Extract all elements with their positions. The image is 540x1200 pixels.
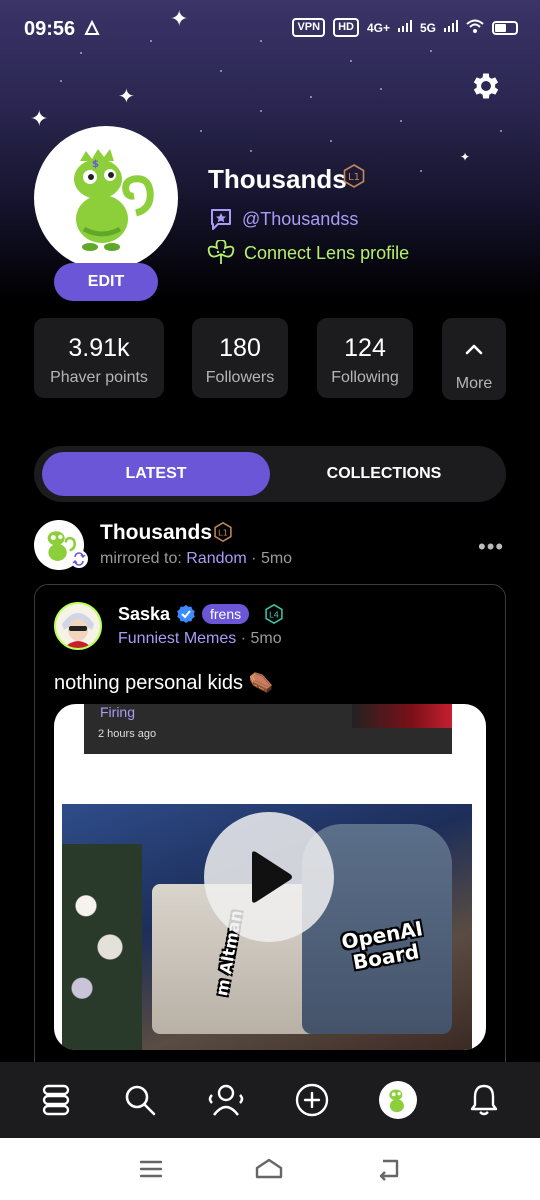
home-icon — [255, 1158, 283, 1179]
post-more-icon[interactable]: ••• — [478, 534, 504, 560]
stat-label: Phaver points — [50, 369, 148, 386]
media-top-time: 2 hours ago — [98, 728, 157, 740]
svg-text:L4: L4 — [269, 609, 279, 619]
phaver-chat-icon — [211, 209, 231, 230]
nav-profile-button[interactable] — [378, 1080, 418, 1120]
chevron-up-icon — [465, 344, 483, 355]
nav-communities-button[interactable] — [206, 1080, 246, 1120]
system-home-button[interactable] — [254, 1154, 284, 1184]
profile-handle: @Thousandss — [242, 208, 359, 229]
more-button[interactable]: More — [442, 318, 506, 400]
back-icon — [379, 1159, 399, 1181]
verified-icon — [176, 604, 196, 624]
wifi-icon — [466, 19, 484, 36]
nav-notifications-button[interactable] — [464, 1080, 504, 1120]
media-screenshot-header: Firing 2 hours ago — [84, 704, 452, 754]
stat-followers[interactable]: 180 Followers — [192, 318, 288, 398]
level-badge: L1 — [213, 521, 233, 543]
search-icon — [125, 1085, 156, 1116]
bell-icon — [470, 1084, 498, 1116]
stat-label: Following — [331, 369, 399, 386]
nav-search-button[interactable] — [120, 1080, 160, 1120]
stat-value: 124 — [344, 334, 386, 362]
post-time: · 5mo — [246, 550, 293, 567]
gear-icon — [473, 73, 499, 99]
nav-avatar — [379, 1081, 417, 1119]
quoted-post-text: nothing personal kids ⚰️ — [54, 672, 274, 694]
status-time: 09:56 — [24, 18, 76, 40]
frens-badge: frens — [202, 604, 250, 624]
svg-text:$: $ — [92, 159, 99, 170]
quoted-time: · 5mo — [236, 630, 282, 647]
connect-lens-label: Connect Lens profile — [244, 242, 410, 263]
stat-value: 180 — [219, 334, 261, 362]
flowers-image — [62, 844, 142, 1050]
profile-avatar[interactable]: $ — [34, 126, 178, 270]
nav-create-button[interactable] — [292, 1080, 332, 1120]
quoted-channel-link[interactable]: Funniest Memes — [118, 630, 236, 647]
play-icon — [252, 851, 292, 903]
connect-lens-link[interactable]: Connect Lens profile — [206, 240, 409, 266]
quoted-author-avatar[interactable] — [54, 602, 102, 650]
add-icon — [295, 1083, 329, 1117]
mirror-icon — [70, 550, 88, 568]
tab-latest[interactable]: LATEST — [42, 452, 270, 496]
svg-text:L1: L1 — [218, 527, 228, 537]
chameleon-avatar-icon — [389, 1089, 404, 1113]
menu-icon — [139, 1160, 163, 1178]
handle-row[interactable]: @Thousandss — [208, 206, 358, 232]
system-back-button[interactable] — [374, 1154, 404, 1184]
signal-icon — [444, 20, 458, 35]
stat-following[interactable]: 124 Following — [317, 318, 413, 398]
quoted-author-name[interactable]: Saska — [118, 604, 170, 625]
network-4g-label: 4G+ — [366, 20, 390, 35]
status-bar: 09:56 VPN HD 4G+ 5G — [0, 0, 540, 60]
hd-icon: HD — [333, 18, 359, 37]
post-meta: mirrored to: Random · 5mo — [100, 550, 292, 568]
edit-profile-button[interactable]: EDIT — [54, 263, 158, 301]
level-badge: L4 — [264, 603, 284, 625]
system-menu-button[interactable] — [136, 1154, 166, 1184]
tab-collections[interactable]: COLLECTIONS — [270, 452, 498, 496]
profile-name: Thousands — [208, 164, 347, 194]
sparkle-icon: ✦ — [460, 150, 471, 164]
vpn-icon: VPN — [292, 18, 326, 37]
post-meta-prefix: mirrored to: — [100, 550, 182, 567]
play-button[interactable] — [204, 812, 334, 942]
battery-icon — [492, 20, 518, 35]
video-thumbnail[interactable]: Firing 2 hours ago OpenAI Board m Altman — [54, 704, 486, 1050]
stat-label: Followers — [205, 369, 275, 386]
network-5g-label: 5G — [419, 20, 436, 35]
svg-text:L1: L1 — [348, 172, 360, 183]
stat-phaver-points[interactable]: 3.91k Phaver points — [34, 318, 164, 398]
nav-feed-button[interactable] — [36, 1080, 76, 1120]
signal-icon — [397, 20, 412, 35]
post-channel-link[interactable]: Random — [186, 550, 246, 567]
media-top-label: Firing — [100, 704, 136, 720]
notification-icon — [84, 19, 100, 41]
anime-avatar-icon — [56, 604, 100, 648]
chameleon-avatar-icon: $ — [74, 149, 154, 251]
quoted-meta: Funniest Memes · 5mo — [118, 630, 282, 648]
sparkle-icon: ✦ — [118, 86, 135, 108]
post-author-name[interactable]: Thousands — [100, 521, 212, 545]
system-navigation-bar — [0, 1138, 540, 1200]
feed-icon — [42, 1084, 70, 1116]
communities-icon — [208, 1084, 244, 1116]
feed-tabs: LATEST COLLECTIONS — [34, 446, 506, 502]
level-badge: L1 — [342, 164, 366, 188]
settings-button[interactable] — [466, 66, 506, 106]
media-top-image — [352, 704, 452, 728]
bottom-navigation — [0, 1062, 540, 1138]
lens-icon — [207, 240, 235, 264]
sparkle-icon: ✦ — [30, 106, 49, 131]
more-label: More — [455, 375, 493, 392]
stat-value: 3.91k — [68, 334, 130, 362]
